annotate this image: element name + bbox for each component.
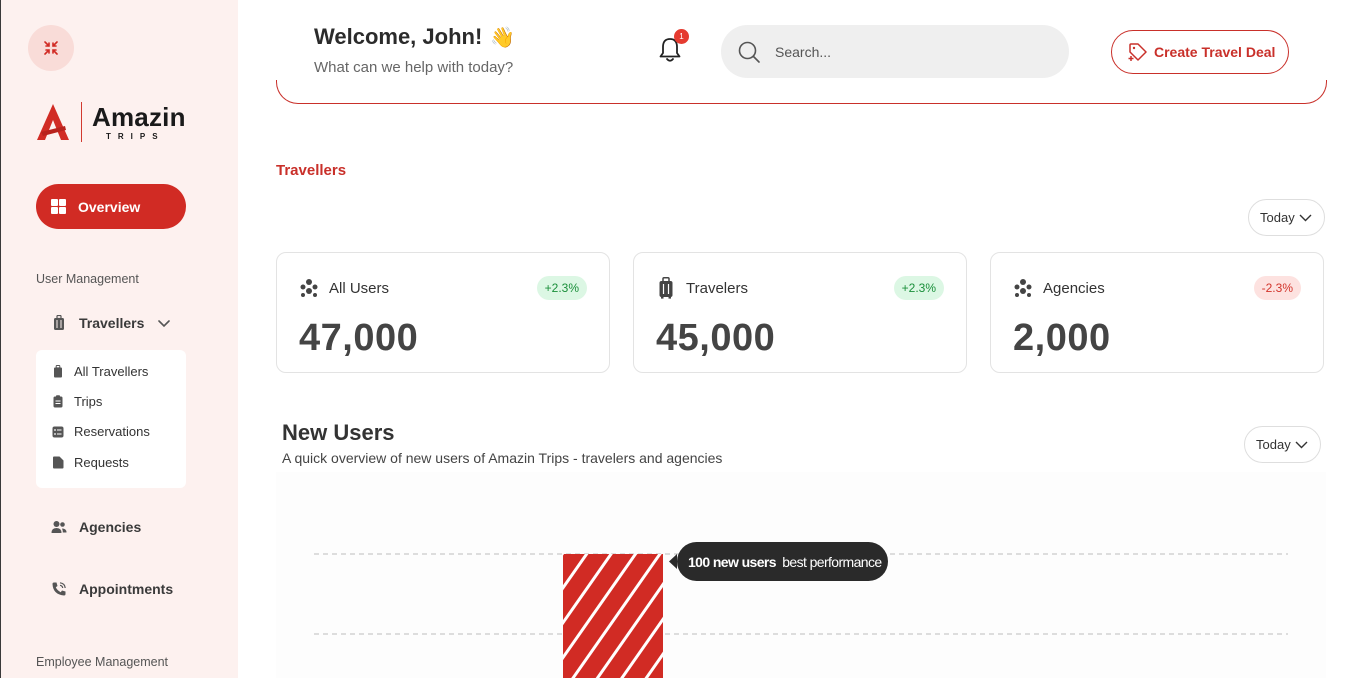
phone-call-icon bbox=[51, 581, 67, 597]
period-label: Today bbox=[1260, 210, 1295, 225]
sub-item-label: Trips bbox=[74, 394, 103, 409]
sub-item-all-travellers[interactable]: All Travellers bbox=[52, 364, 148, 379]
luggage-icon bbox=[52, 365, 64, 378]
stat-value: 2,000 bbox=[1013, 317, 1111, 359]
notification-count-badge: 1 bbox=[674, 29, 689, 44]
document-icon bbox=[52, 456, 64, 469]
travellers-submenu: All Travellers Trips Reservations Reques… bbox=[36, 350, 186, 488]
change-badge: +2.3% bbox=[893, 276, 944, 300]
tooltip-rest-text: best performance bbox=[782, 554, 882, 570]
app-root: Amazin TRIPS Overview User Management Tr… bbox=[0, 0, 1361, 678]
brand-logo[interactable]: Amazin TRIPS bbox=[35, 102, 186, 142]
nav-travellers[interactable]: Travellers bbox=[51, 315, 171, 331]
users-group-icon bbox=[299, 277, 319, 299]
period-label: Today bbox=[1256, 437, 1291, 452]
new-users-chart: 100 new users best performance bbox=[276, 472, 1326, 678]
stat-card-travelers[interactable]: Travelers +2.3% 45,000 bbox=[633, 252, 967, 373]
collapse-icon bbox=[44, 41, 58, 55]
brand-name: Amazin bbox=[92, 101, 186, 132]
wave-emoji: 👋 bbox=[490, 27, 516, 49]
sub-item-label: All Travellers bbox=[74, 364, 149, 379]
grid-icon bbox=[51, 199, 66, 214]
nav-appointments-label: Appointments bbox=[79, 581, 174, 597]
nav-appointments[interactable]: Appointments bbox=[51, 581, 173, 597]
change-badge: +2.3% bbox=[536, 276, 587, 300]
svg-text:100 new users best p: 100 new users best performance bbox=[688, 554, 882, 570]
brand-sub: TRIPS bbox=[106, 131, 165, 141]
stat-label: All Users bbox=[329, 279, 390, 297]
travellers-section-title: Travellers bbox=[276, 162, 347, 179]
tooltip-bold-text: 100 new users bbox=[688, 554, 777, 570]
employee-management-label: Employee Management bbox=[36, 655, 169, 669]
welcome-subtitle: What can we help with today? bbox=[314, 59, 514, 76]
nav-agencies[interactable]: Agencies bbox=[51, 519, 141, 535]
logo-divider bbox=[81, 102, 82, 142]
nav-overview[interactable]: Overview bbox=[36, 184, 186, 229]
sidebar: Amazin TRIPS Overview User Management Tr… bbox=[0, 0, 238, 678]
sub-item-trips[interactable]: Trips bbox=[52, 394, 102, 409]
new-users-title: New Users bbox=[282, 420, 395, 445]
new-users-subtitle: A quick overview of new users of Amazin … bbox=[282, 450, 723, 466]
stat-value: 47,000 bbox=[299, 317, 419, 359]
chart-svg: 100 new users best performance bbox=[314, 542, 1288, 678]
checklist-icon bbox=[52, 425, 64, 438]
create-travel-deal-label: Create Travel Deal bbox=[1154, 44, 1276, 60]
nav-travellers-label: Travellers bbox=[79, 315, 145, 331]
tag-plus-icon bbox=[1128, 42, 1148, 62]
nav-agencies-label: Agencies bbox=[79, 519, 142, 535]
chevron-down-icon[interactable] bbox=[158, 315, 171, 331]
welcome-heading: Welcome, John! 👋 bbox=[314, 24, 515, 50]
nav-overview-label: Overview bbox=[78, 198, 141, 215]
stat-label: Agencies bbox=[1043, 279, 1105, 297]
new-users-period-select[interactable]: Today bbox=[1244, 426, 1321, 463]
create-travel-deal-button[interactable]: Create Travel Deal bbox=[1111, 30, 1289, 74]
collapse-sidebar-button[interactable] bbox=[28, 25, 74, 71]
luggage-icon bbox=[51, 315, 67, 331]
users-icon bbox=[51, 519, 67, 535]
logo-mark-icon bbox=[37, 104, 69, 140]
clipboard-icon bbox=[52, 395, 64, 408]
search-icon bbox=[738, 41, 760, 63]
search-bar[interactable] bbox=[721, 25, 1069, 78]
stat-label: Travelers bbox=[686, 279, 748, 297]
luggage-icon bbox=[656, 277, 676, 299]
sub-item-label: Reservations bbox=[74, 424, 150, 439]
sub-item-requests[interactable]: Requests bbox=[52, 455, 129, 470]
bar-tooltip: 100 new users best performance bbox=[669, 542, 888, 581]
stat-value: 45,000 bbox=[656, 317, 776, 359]
search-input[interactable] bbox=[775, 43, 1035, 60]
users-group-icon bbox=[1013, 277, 1033, 299]
welcome-text: Welcome, John! bbox=[314, 24, 483, 49]
chevron-down-icon bbox=[1295, 441, 1308, 449]
stat-card-all-users[interactable]: All Users +2.3% 47,000 bbox=[276, 252, 610, 373]
user-management-label: User Management bbox=[36, 272, 139, 286]
sub-item-label: Requests bbox=[74, 455, 129, 470]
stat-card-agencies[interactable]: Agencies -2.3% 2,000 bbox=[990, 252, 1324, 373]
sub-item-reservations[interactable]: Reservations bbox=[52, 424, 150, 439]
chevron-down-icon bbox=[1299, 214, 1312, 222]
chart-bar[interactable] bbox=[563, 554, 663, 678]
travellers-period-select[interactable]: Today bbox=[1248, 199, 1325, 236]
change-badge: -2.3% bbox=[1253, 276, 1301, 300]
